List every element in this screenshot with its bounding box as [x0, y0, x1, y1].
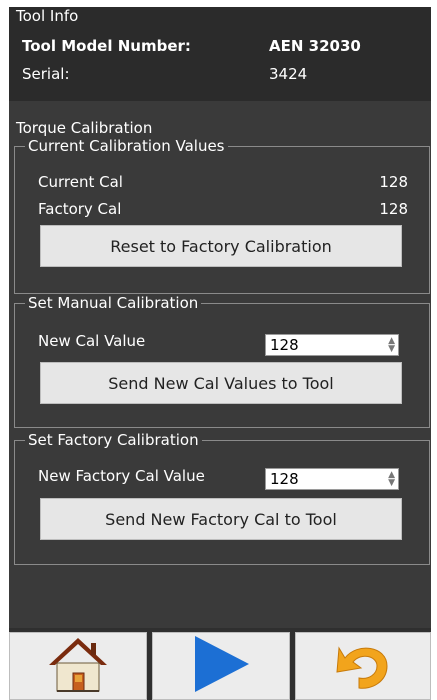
serial-label: Serial:: [22, 65, 70, 83]
factory-calibration-legend: Set Factory Calibration: [28, 431, 199, 449]
frame-top: [0, 0, 437, 7]
new-factory-cal-spinner[interactable]: 128 ▲ ▼: [265, 468, 399, 490]
factory-cal-value: 128: [379, 200, 408, 218]
home-button[interactable]: [9, 632, 147, 700]
manual-calibration-group: Set Manual Calibration: [14, 294, 430, 428]
new-cal-input[interactable]: 128: [270, 336, 299, 354]
model-row: Tool Model Number: AEN 32030: [22, 37, 421, 55]
torque-calibration-panel: Torque Calibration Current Calibration V…: [9, 101, 431, 628]
send-new-factory-cal-button[interactable]: Send New Factory Cal to Tool: [40, 498, 402, 540]
frame-right: [431, 0, 437, 700]
serial-value: 3424: [269, 65, 308, 83]
reset-factory-calibration-button[interactable]: Reset to Factory Calibration: [40, 225, 402, 267]
home-icon: [47, 635, 109, 697]
manual-calibration-legend: Set Manual Calibration: [28, 294, 199, 312]
undo-button[interactable]: [295, 632, 431, 700]
current-cal-row: Current Cal 128: [38, 173, 408, 191]
play-button[interactable]: [152, 632, 290, 700]
model-label: Tool Model Number:: [22, 37, 191, 55]
factory-cal-label: Factory Cal: [38, 200, 122, 218]
play-icon: [191, 634, 251, 698]
torque-calibration-title: Torque Calibration: [16, 119, 153, 137]
new-cal-spinner[interactable]: 128 ▲ ▼: [265, 334, 399, 356]
new-cal-label: New Cal Value: [38, 332, 146, 350]
spinner-arrows-icon[interactable]: ▲ ▼: [388, 337, 395, 354]
undo-icon: [331, 636, 395, 696]
tool-info-title: Tool Info: [16, 7, 79, 25]
spinner-arrows-icon[interactable]: ▲ ▼: [388, 471, 395, 488]
model-value: AEN 32030: [269, 37, 361, 55]
new-factory-cal-input[interactable]: 128: [270, 470, 299, 488]
current-cal-label: Current Cal: [38, 173, 123, 191]
current-cal-value: 128: [379, 173, 408, 191]
serial-row: Serial: 3424: [22, 65, 421, 83]
current-calibration-legend: Current Calibration Values: [28, 137, 225, 155]
bottom-nav-bar: [9, 628, 431, 700]
new-factory-cal-label: New Factory Cal Value: [38, 467, 205, 485]
tool-info-panel: Tool Info Tool Model Number: AEN 32030 S…: [9, 7, 431, 101]
factory-cal-row: Factory Cal 128: [38, 200, 408, 218]
send-new-cal-button[interactable]: Send New Cal Values to Tool: [40, 362, 402, 404]
frame-left: [0, 0, 9, 700]
